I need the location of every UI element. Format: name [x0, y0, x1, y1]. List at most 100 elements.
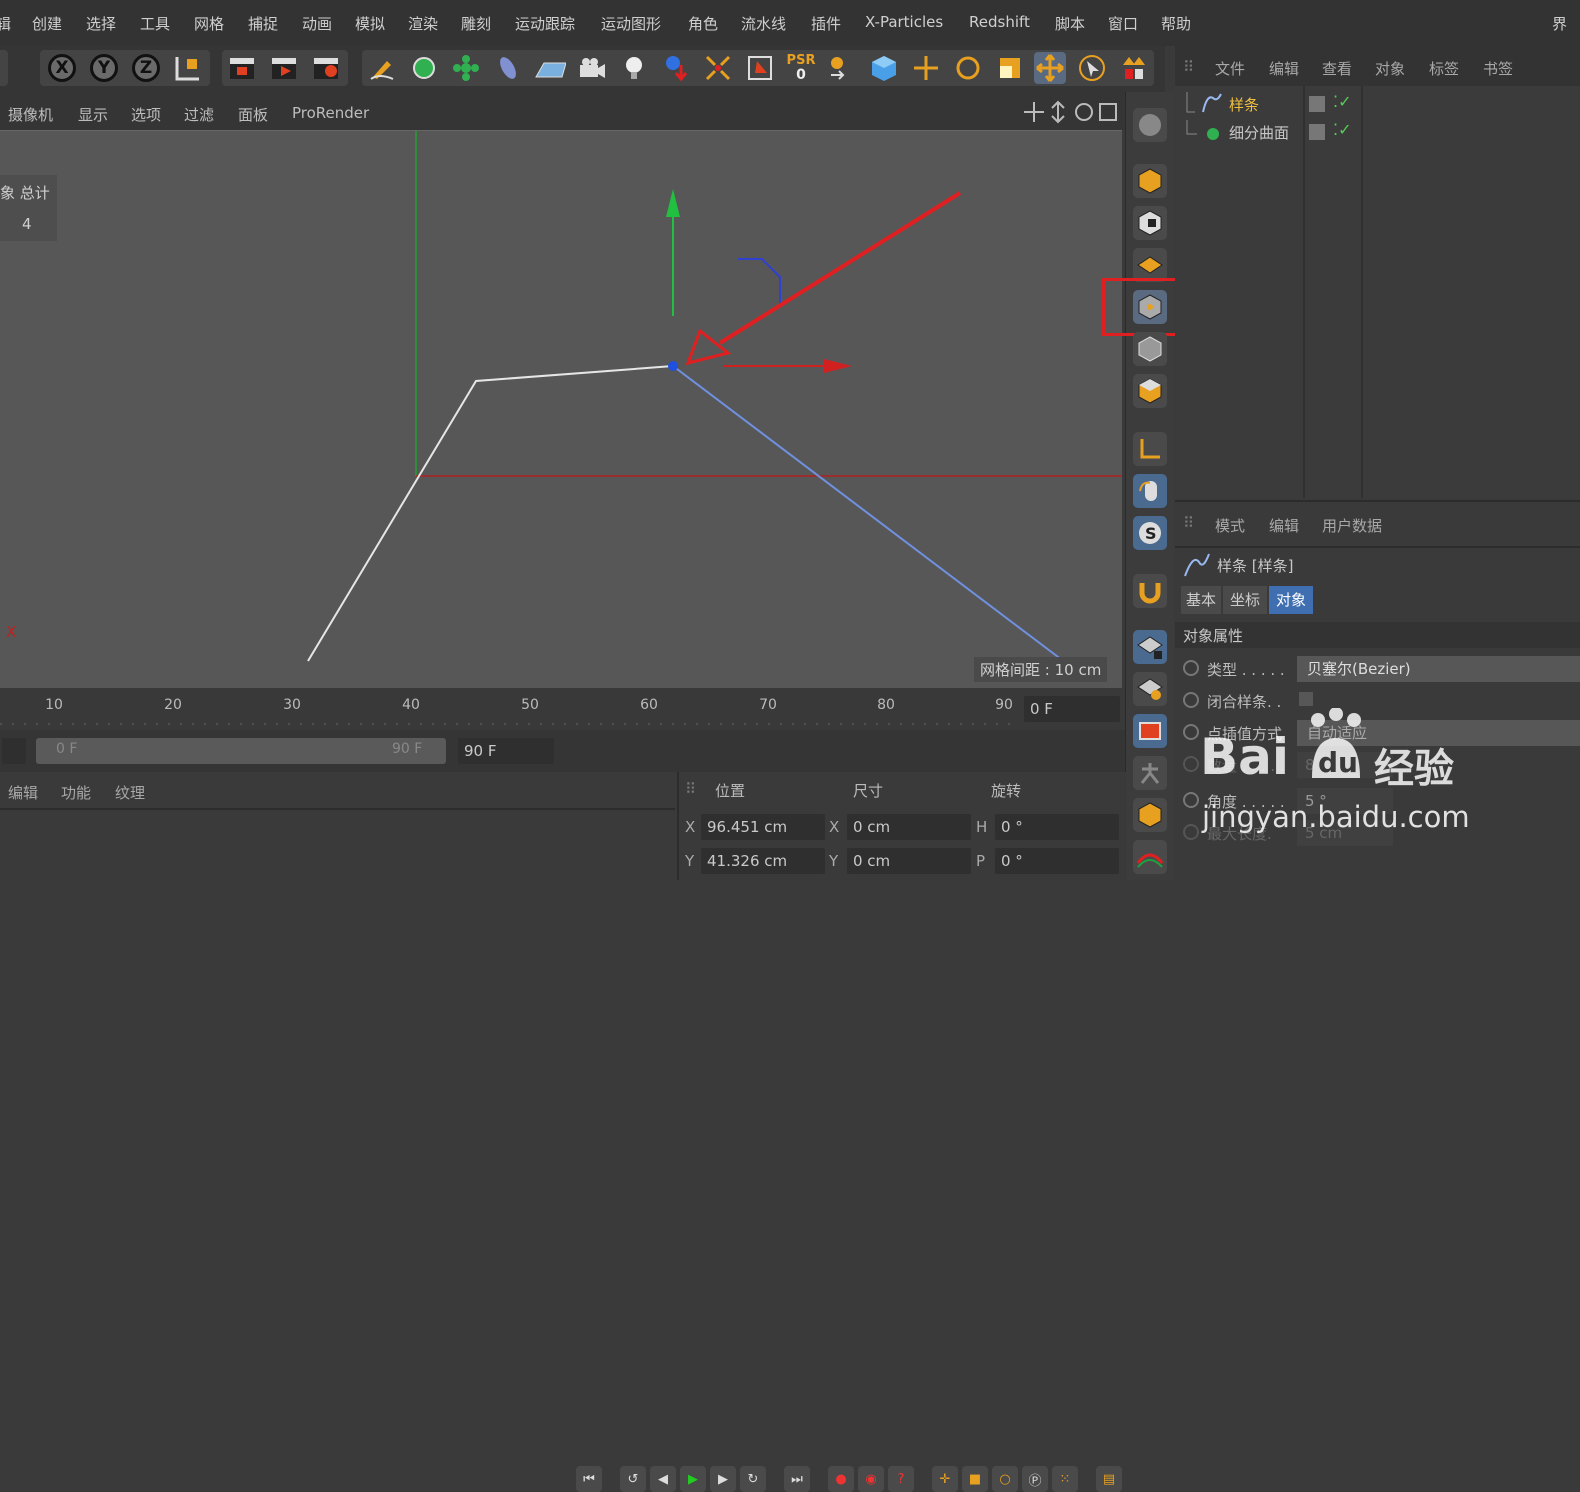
tab-basic[interactable]: 基本: [1181, 586, 1221, 614]
live-selection-button[interactable]: [1076, 52, 1108, 84]
max-length-field[interactable]: 5 cm: [1297, 820, 1393, 846]
key-parameter-button[interactable]: Ⓟ: [1022, 1466, 1048, 1492]
tweak-mode-button[interactable]: [1133, 474, 1167, 508]
type-dropdown[interactable]: 贝塞尔(Bezier): [1297, 656, 1580, 682]
object-row-subdivision[interactable]: 细分曲面 ⁚✓: [1183, 120, 1483, 146]
menu-create[interactable]: 创建: [32, 13, 62, 34]
frame-range-slider[interactable]: 0 F 90 F: [36, 738, 446, 764]
objmgr-menu-edit[interactable]: 编辑: [1269, 58, 1299, 79]
anim-radio-close[interactable]: [1183, 692, 1199, 708]
objmgr-menu-view[interactable]: 查看: [1322, 58, 1352, 79]
go-to-end-button[interactable]: ⏭: [784, 1466, 810, 1492]
auto-key-button[interactable]: ◉: [858, 1466, 884, 1492]
3d-viewport[interactable]: 象 总计 4 X 网格间距 : 10 cm: [0, 130, 1122, 688]
menu-plugins[interactable]: 插件: [811, 13, 841, 34]
key-rotation-button[interactable]: ○: [992, 1466, 1018, 1492]
menu-x-particles[interactable]: X-Particles: [865, 13, 943, 31]
pos-y-field[interactable]: 41.326 cm: [701, 848, 825, 874]
spline-point[interactable]: [668, 361, 678, 371]
material-menu-edit[interactable]: 编辑: [8, 782, 38, 803]
menu-edit[interactable]: 辑: [0, 13, 11, 34]
menu-layout[interactable]: 界: [1552, 13, 1567, 34]
attr-menu-user-data[interactable]: 用户数据: [1322, 515, 1382, 536]
number-field[interactable]: 8: [1297, 752, 1393, 778]
z-axis-button[interactable]: Z: [130, 52, 162, 84]
texture-mode-button[interactable]: [1133, 206, 1167, 240]
close-spline-checkbox[interactable]: [1299, 692, 1313, 706]
visibility-check-icon-2[interactable]: ⁚✓: [1333, 120, 1352, 139]
play-button[interactable]: ▶: [680, 1466, 706, 1492]
gizmo-x-arrow[interactable]: [824, 359, 852, 373]
gizmo-y-arrow[interactable]: [666, 189, 680, 217]
tab-coordinates[interactable]: 坐标: [1223, 586, 1267, 614]
objmgr-menu-file[interactable]: 文件: [1215, 58, 1245, 79]
menu-help[interactable]: 帮助: [1161, 13, 1191, 34]
rotate-tool-button[interactable]: [952, 52, 984, 84]
loop-button[interactable]: ↻: [740, 1466, 766, 1492]
layer-swatch-icon-2[interactable]: [1309, 124, 1325, 140]
point-mode-button[interactable]: [1133, 290, 1167, 324]
deformer-button[interactable]: [492, 52, 524, 84]
objmgr-menu-bookmarks[interactable]: 书签: [1483, 58, 1513, 79]
rot-p-field[interactable]: 0 °: [995, 848, 1119, 874]
visibility-check-icon[interactable]: ⁚✓: [1333, 92, 1352, 111]
tab-object[interactable]: 对象: [1269, 586, 1313, 614]
menu-select[interactable]: 选择: [86, 13, 116, 34]
polygon-mode-button[interactable]: [1133, 374, 1167, 408]
spline-curve[interactable]: [307, 365, 674, 662]
scale-box-button[interactable]: [994, 52, 1026, 84]
menu-motion-tracking[interactable]: 运动跟踪: [515, 13, 575, 34]
object-mode-button[interactable]: [1133, 164, 1167, 198]
menu-mograph[interactable]: 运动图形: [601, 13, 661, 34]
material-menu-function[interactable]: 功能: [61, 782, 91, 803]
rot-h-field[interactable]: 0 °: [995, 814, 1119, 840]
keyframe-selection-button[interactable]: ?: [888, 1466, 914, 1492]
pen-tool-button[interactable]: [366, 52, 398, 84]
model-mode-button[interactable]: [1133, 108, 1167, 142]
menu-render[interactable]: 渲染: [408, 13, 438, 34]
coordinate-system-button[interactable]: [172, 52, 204, 84]
attr-menu-mode[interactable]: 模式: [1215, 515, 1245, 536]
menu-redshift[interactable]: Redshift: [969, 13, 1030, 31]
panel-grip-icon-2[interactable]: ⠿: [1183, 514, 1194, 532]
add-move-button[interactable]: [910, 52, 942, 84]
objmgr-menu-tags[interactable]: 标签: [1429, 58, 1459, 79]
cube-button[interactable]: [868, 52, 900, 84]
scheme-button[interactable]: ▤: [1096, 1466, 1122, 1492]
anim-radio-angle[interactable]: [1183, 792, 1199, 808]
edge-mode-button[interactable]: [1133, 332, 1167, 366]
viewport-nav-icons[interactable]: [1022, 100, 1122, 124]
viewport-menu-options[interactable]: 选项: [131, 104, 161, 125]
menu-window[interactable]: 窗口: [1108, 13, 1138, 34]
key-position-button[interactable]: ✛: [932, 1466, 958, 1492]
size-y-field[interactable]: 0 cm: [847, 848, 971, 874]
go-to-start-button[interactable]: ⏮: [576, 1466, 602, 1492]
workplane-mode-button[interactable]: [1133, 248, 1167, 282]
camera-button[interactable]: [576, 52, 608, 84]
end-frame-field[interactable]: 90 F: [458, 738, 554, 764]
size-x-field[interactable]: 0 cm: [847, 814, 971, 840]
character-button[interactable]: [1133, 756, 1167, 790]
y-axis-button[interactable]: Y: [88, 52, 120, 84]
floor-button[interactable]: [534, 52, 566, 84]
solo-mode-button[interactable]: S: [1133, 516, 1167, 550]
start-frame-spinner[interactable]: [2, 738, 26, 764]
toolbar-handle[interactable]: [0, 50, 8, 86]
axis-mode-button[interactable]: [1133, 432, 1167, 466]
axis-order-button[interactable]: [826, 52, 858, 84]
menu-sculpt[interactable]: 雕刻: [461, 13, 491, 34]
anim-radio-number[interactable]: [1183, 756, 1199, 772]
prev-key-button[interactable]: ↺: [620, 1466, 646, 1492]
magnet-button[interactable]: [1133, 574, 1167, 608]
window-button[interactable]: [1133, 714, 1167, 748]
bake-button[interactable]: [1133, 798, 1167, 832]
render-settings-button[interactable]: [310, 52, 342, 84]
viewport-menu-filter[interactable]: 过滤: [184, 104, 214, 125]
key-scale-button[interactable]: ■: [962, 1466, 988, 1492]
snap-button[interactable]: [1118, 52, 1150, 84]
panel-grip-icon[interactable]: ⠿: [1183, 58, 1194, 76]
tag-button[interactable]: [744, 52, 776, 84]
menu-script[interactable]: 脚本: [1055, 13, 1085, 34]
menu-simulate[interactable]: 模拟: [355, 13, 385, 34]
workplane-align-button[interactable]: [1133, 672, 1167, 706]
